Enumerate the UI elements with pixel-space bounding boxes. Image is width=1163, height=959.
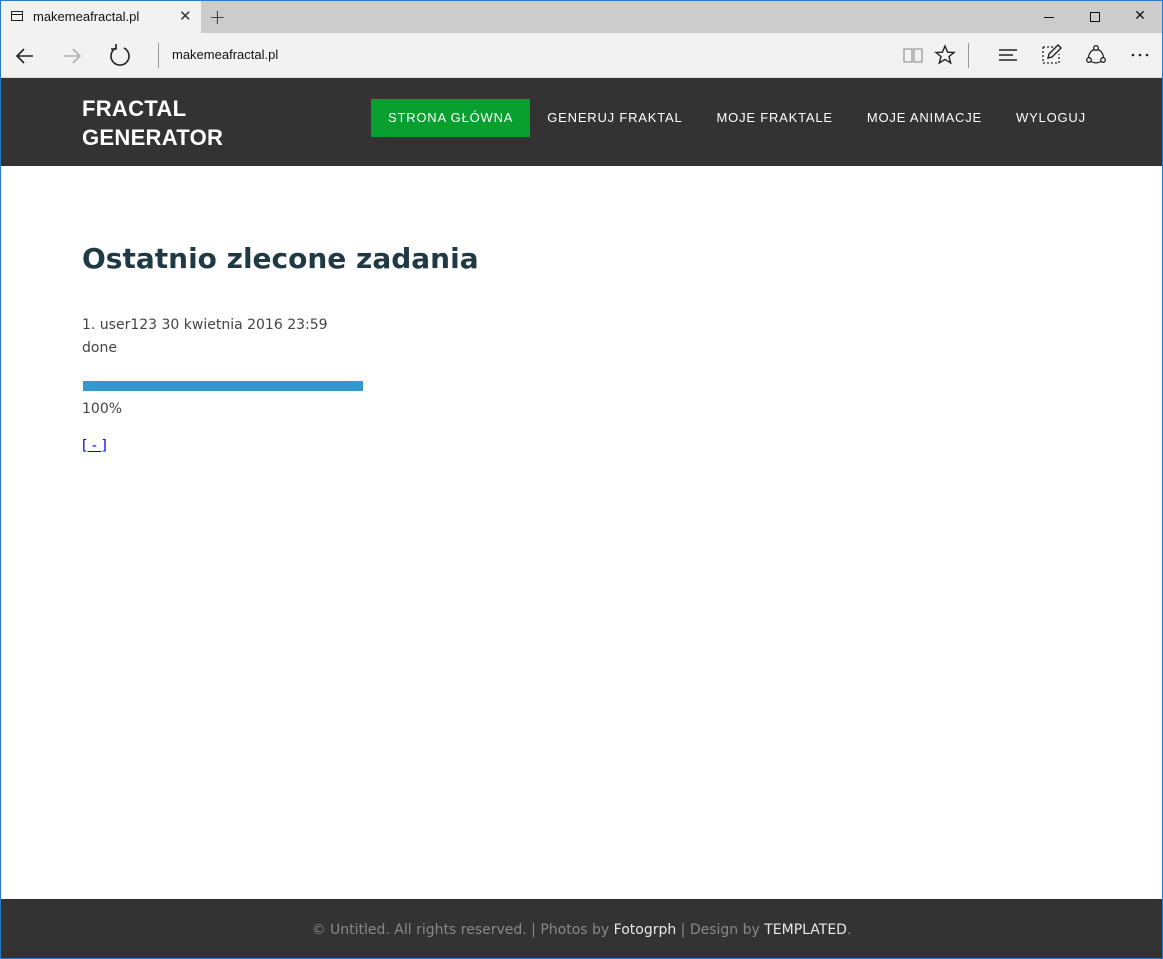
footer-link-fotogrph[interactable]: Fotogrph: [614, 922, 677, 938]
nav-item-home[interactable]: STRONA GŁÓWNA: [371, 99, 531, 137]
web-note-button[interactable]: [1038, 43, 1064, 69]
nav-item-my-fractals[interactable]: MOJE FRAKTALE: [700, 99, 850, 137]
refresh-icon: [110, 44, 130, 66]
nav-item-logout[interactable]: WYLOGUJ: [999, 99, 1103, 137]
favorite-button[interactable]: [932, 43, 958, 69]
nav-item-my-animations[interactable]: MOJE ANIMACJE: [850, 99, 999, 137]
hub-icon: [999, 49, 1017, 61]
logo-line-1: FRACTAL: [82, 96, 187, 121]
job-info: 1. user123 30 kwietnia 2016 23:59: [82, 317, 328, 333]
site-header: FRACTAL GENERATOR STRONA GŁÓWNA GENERUJ …: [1, 78, 1162, 166]
site-logo[interactable]: FRACTAL GENERATOR: [82, 94, 282, 152]
nav-item-generate-fractal[interactable]: GENERUJ FRAKTAL: [530, 99, 699, 137]
more-button[interactable]: [1127, 43, 1153, 69]
progress-bar-fill: [83, 381, 363, 391]
url-field[interactable]: makemeafractal.pl: [172, 47, 278, 62]
site-footer: © Untitled. All rights reserved. | Photo…: [1, 899, 1162, 958]
footer-link-templated[interactable]: TEMPLATED: [764, 922, 847, 938]
job-status: done: [82, 340, 117, 356]
refresh-button[interactable]: [106, 42, 134, 70]
progress-percent: 100%: [82, 401, 123, 417]
hub-button[interactable]: [995, 43, 1021, 69]
new-tab-icon[interactable]: +: [209, 5, 226, 29]
arrow-left-icon: [15, 48, 33, 64]
book-icon: [903, 48, 923, 63]
minimize-button[interactable]: [1026, 1, 1072, 33]
address-bar: makemeafractal.pl: [1, 33, 1162, 78]
footer-design-text: | Design by: [676, 922, 765, 938]
collapse-link[interactable]: [ - ]: [82, 438, 107, 454]
tab-title: makemeafractal.pl: [33, 9, 140, 24]
progress-bar: [83, 381, 363, 391]
more-icon: [1131, 53, 1149, 57]
star-icon: [934, 44, 956, 65]
footer-suffix: .: [846, 922, 852, 938]
minimize-icon: [1044, 17, 1054, 18]
browser-tab[interactable]: makemeafractal.pl ✕: [1, 1, 201, 33]
main-nav: STRONA GŁÓWNA GENERUJ FRAKTAL MOJE FRAKT…: [371, 99, 1103, 137]
close-icon: ✕: [1134, 8, 1146, 24]
logo-line-2: GENERATOR: [82, 125, 224, 150]
tab-close-icon[interactable]: ✕: [179, 7, 192, 25]
footer-copyright: © Untitled. All rights reserved. | Photo…: [311, 922, 614, 938]
maximize-icon: [1090, 12, 1100, 22]
pen-note-icon: [1042, 44, 1062, 64]
address-separator: [158, 43, 159, 68]
browser-window: makemeafractal.pl ✕ + ✕ makemeafractal.p…: [0, 0, 1163, 959]
share-button[interactable]: [1083, 43, 1109, 69]
window-close-button[interactable]: ✕: [1117, 1, 1162, 33]
toolbar-separator: [968, 43, 969, 68]
arrow-right-icon: [64, 48, 82, 64]
reading-view-button[interactable]: [900, 43, 926, 69]
forward-button[interactable]: [58, 42, 86, 70]
page-title: Ostatnio zlecone zadania: [82, 242, 479, 275]
maximize-button[interactable]: [1072, 1, 1118, 33]
page-icon: [11, 11, 23, 21]
share-icon: [1086, 45, 1106, 64]
back-button[interactable]: [11, 42, 39, 70]
tab-bar: makemeafractal.pl ✕ + ✕: [1, 1, 1162, 33]
